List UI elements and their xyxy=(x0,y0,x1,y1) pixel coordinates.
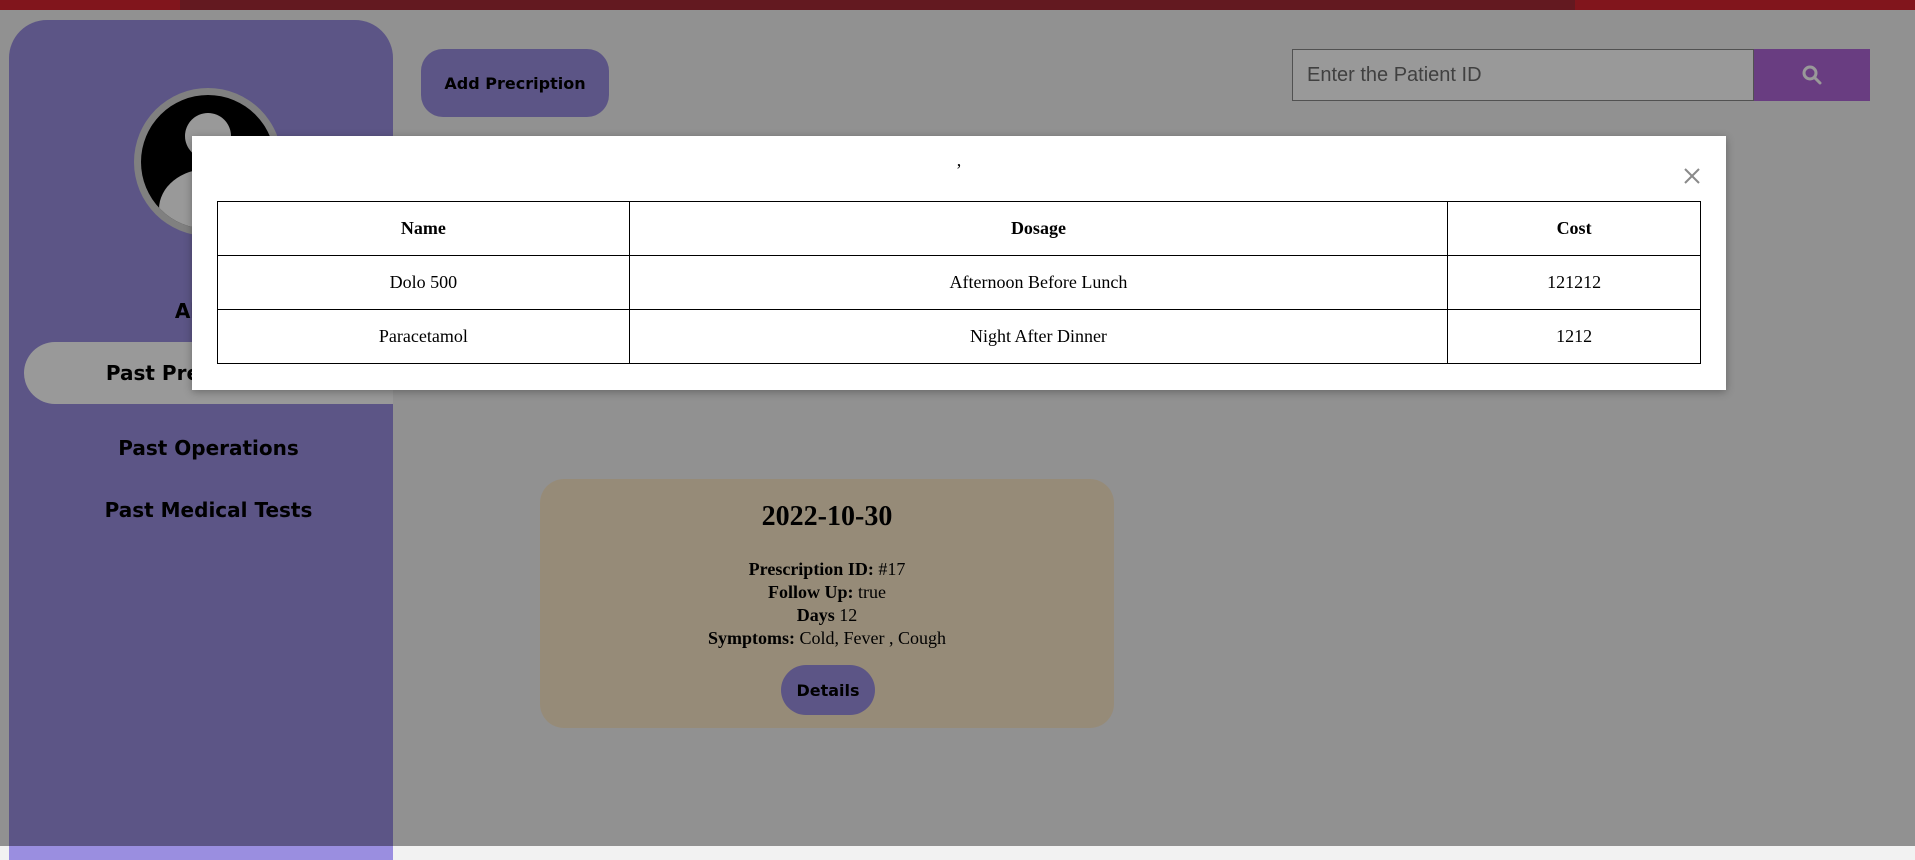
column-header-cost: Cost xyxy=(1447,201,1701,256)
medicine-name: Paracetamol xyxy=(217,309,630,364)
table-row: Paracetamol Night After Dinner 1212 xyxy=(217,309,1701,364)
close-icon xyxy=(1684,168,1700,184)
column-header-dosage: Dosage xyxy=(628,201,1449,256)
modal-backdrop[interactable] xyxy=(0,0,1915,846)
close-button[interactable] xyxy=(1680,164,1704,188)
prescription-details-modal: , Name Dosage Cost Dolo 500 Afternoon Be… xyxy=(192,136,1726,390)
modal-title: , xyxy=(956,150,962,170)
table-header-row: Name Dosage Cost xyxy=(217,201,1701,256)
table-row: Dolo 500 Afternoon Before Lunch 121212 xyxy=(217,255,1701,310)
medicine-name: Dolo 500 xyxy=(217,255,630,310)
medicine-dosage: Night After Dinner xyxy=(628,309,1449,364)
medicine-dosage: Afternoon Before Lunch xyxy=(628,255,1449,310)
medicine-cost: 121212 xyxy=(1447,255,1701,310)
medicine-cost: 1212 xyxy=(1447,309,1701,364)
medicines-table: Name Dosage Cost Dolo 500 Afternoon Befo… xyxy=(217,201,1701,364)
column-header-name: Name xyxy=(217,201,630,256)
